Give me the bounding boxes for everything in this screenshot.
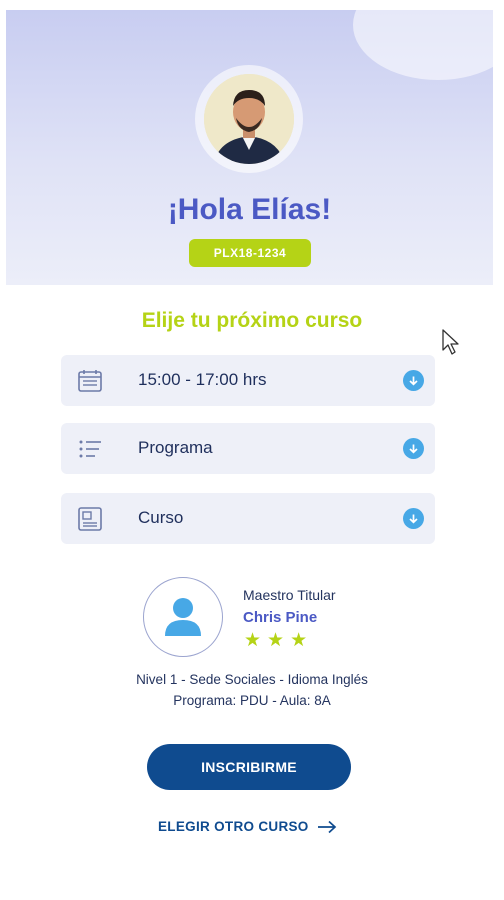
mouse-cursor-icon — [442, 329, 459, 355]
layout-icon — [78, 507, 102, 531]
schedule-select[interactable]: 15:00 - 17:00 hrs — [61, 355, 435, 406]
greeting-title: ¡Hola Elías! — [167, 193, 332, 226]
user-avatar — [204, 74, 294, 164]
section-title: Elije tu próximo curso — [141, 309, 363, 332]
choose-other-course-label: ELEGIR OTRO CURSO — [158, 819, 309, 834]
profile-header: ¡Hola Elías! PLX18-1234 — [6, 10, 493, 285]
calendar-icon — [78, 370, 102, 392]
enroll-button[interactable]: INSCRIBIRME — [147, 744, 351, 790]
teacher-name: Chris Pine — [243, 609, 318, 626]
course-select[interactable]: Curso — [61, 493, 435, 544]
student-code-badge: PLX18-1234 — [189, 239, 311, 267]
teacher-role: Maestro Titular — [243, 587, 336, 603]
user-photo-icon — [204, 74, 294, 164]
header-decoration — [353, 10, 493, 80]
schedule-value: 15:00 - 17:00 hrs — [138, 370, 267, 389]
course-info-line2: Programa: PDU - Aula: 8A — [173, 693, 331, 708]
chevron-down-icon[interactable] — [403, 508, 424, 529]
star-icon: ★ — [267, 630, 285, 651]
teacher-avatar — [143, 577, 223, 657]
user-avatar-ring — [195, 65, 303, 173]
star-icon: ★ — [290, 630, 308, 651]
list-icon — [79, 440, 101, 458]
course-value: Curso — [138, 508, 184, 527]
arrow-right-icon — [317, 820, 336, 833]
chevron-down-icon[interactable] — [403, 438, 424, 459]
star-icon: ★ — [244, 630, 262, 651]
program-value: Programa — [138, 438, 213, 457]
choose-other-course-link[interactable]: ELEGIR OTRO CURSO — [158, 819, 337, 834]
course-info-line1: Nivel 1 - Sede Sociales - Idioma Inglés — [136, 672, 368, 687]
user-icon — [165, 598, 201, 636]
program-select[interactable]: Programa — [61, 423, 435, 474]
chevron-down-icon[interactable] — [403, 370, 424, 391]
teacher-rating: ★ ★ ★ — [244, 630, 307, 652]
